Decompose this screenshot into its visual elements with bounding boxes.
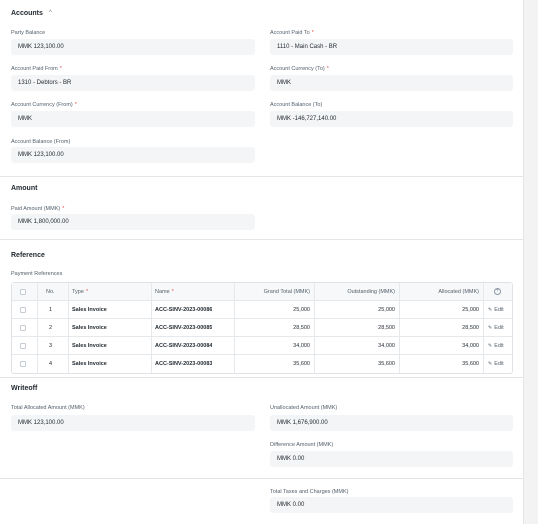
row-name[interactable]: ACC-SINV-2023-00083 [155,355,212,373]
table-row[interactable]: 4 Sales Invoice ACC-SINV-2023-00083 35,6… [12,355,512,373]
payment-entry-form: Accounts ^ Party Balance MMK 123,100.00 … [0,0,524,524]
total-allocated-label: Total Allocated Amount (MMK) [11,405,85,411]
total-taxes-label: Total Taxes and Charges (MMK) [270,489,349,495]
row-checkbox[interactable] [20,343,26,349]
table-header-row: No. Type * Name * Grand Total (MMK) Outsta… [12,283,512,301]
account-balance-to-field[interactable]: MMK -146,727,140.00 [270,111,513,127]
accounts-section-title[interactable]: Accounts [11,10,43,17]
row-edit-button[interactable]: ✎ Edit [488,319,504,337]
row-grand-total[interactable]: 35,600 [238,355,310,373]
total-allocated-field[interactable]: MMK 123,100.00 [11,415,255,431]
total-taxes-field[interactable]: MMK 0.00 [270,497,513,513]
row-type[interactable]: Sales Invoice [72,337,107,355]
row-edit-button[interactable]: ✎ Edit [488,301,504,319]
difference-label: Difference Amount (MMK) [270,442,334,448]
paid-amount-field[interactable]: MMK 1,800,000.00 [11,214,255,230]
row-type[interactable]: Sales Invoice [72,301,107,319]
difference-field[interactable]: MMK 0.00 [270,451,513,467]
writeoff-section-title[interactable]: Writeoff [11,385,37,392]
row-outstanding[interactable]: 35,600 [318,355,395,373]
payment-references-table: No. Type * Name * Grand Total (MMK) Outsta… [11,282,513,374]
row-no: 1 [49,307,53,313]
select-all-checkbox[interactable] [20,289,26,295]
row-edit-button[interactable]: ✎ Edit [488,355,504,373]
col-header-name: Name * [155,289,174,295]
row-checkbox[interactable] [20,361,26,367]
reference-section-title[interactable]: Reference [11,252,45,259]
account-currency-from-field[interactable]: MMK [11,111,255,127]
accounts-section: Accounts ^ Party Balance MMK 123,100.00 … [0,0,524,177]
col-header-no: No. [46,289,55,295]
party-balance-label: Party Balance [11,30,46,36]
account-paid-from-field[interactable]: 1310 - Debtors - BR [11,75,255,91]
row-name[interactable]: ACC-SINV-2023-00085 [155,319,212,337]
row-outstanding[interactable]: 28,500 [318,319,395,337]
row-outstanding[interactable]: 25,000 [318,301,395,319]
row-outstanding[interactable]: 34,000 [318,337,395,355]
account-balance-from-field[interactable]: MMK 123,100.00 [11,147,255,163]
pencil-icon: ✎ [488,307,493,313]
row-no: 2 [49,325,53,331]
party-balance-field[interactable]: MMK 123,100.00 [11,39,255,55]
account-currency-to-label: Account Currency (To) * [270,66,329,72]
account-paid-from-label: Account Paid From * [11,66,62,72]
row-name[interactable]: ACC-SINV-2023-00084 [155,337,212,355]
row-allocated[interactable]: 34,000 [403,337,479,355]
row-grand-total[interactable]: 25,000 [238,301,310,319]
account-balance-to-label: Account Balance (To) [270,102,323,108]
table-row[interactable]: 1 Sales Invoice ACC-SINV-2023-00086 25,0… [12,301,512,319]
col-header-type: Type * [72,289,89,295]
unallocated-field[interactable]: MMK 1,676,900.00 [270,415,513,431]
account-paid-to-label: Account Paid To * [270,30,314,36]
row-allocated[interactable]: 28,500 [403,319,479,337]
row-grand-total[interactable]: 34,000 [238,337,310,355]
pencil-icon: ✎ [488,361,493,367]
account-currency-to-field[interactable]: MMK [270,75,513,91]
row-name[interactable]: ACC-SINV-2023-00086 [155,301,212,319]
col-header-outstanding: Outstanding (MMK) [347,289,395,295]
account-balance-from-label: Account Balance (From) [11,139,71,145]
table-row[interactable]: 2 Sales Invoice ACC-SINV-2023-00085 28,5… [12,319,512,337]
row-no: 3 [49,343,53,349]
row-type[interactable]: Sales Invoice [72,355,107,373]
row-allocated[interactable]: 35,600 [403,355,479,373]
amount-section: Amount Paid Amount (MMK) * MMK 1,800,000.… [0,177,524,240]
row-no: 4 [49,361,53,367]
col-header-allocated: Allocated (MMK) [438,289,479,295]
amount-section-title[interactable]: Amount [11,185,37,192]
row-grand-total[interactable]: 28,500 [238,319,310,337]
pencil-icon: ✎ [488,343,493,349]
column-settings-icon[interactable]: + [494,288,501,295]
paid-amount-label: Paid Amount (MMK) * [11,206,65,212]
writeoff-section: Writeoff Total Allocated Amount (MMK) MM… [0,378,524,479]
account-currency-from-label: Account Currency (From) * [11,102,77,108]
unallocated-label: Unallocated Amount (MMK) [270,405,338,411]
row-checkbox[interactable] [20,307,26,313]
row-allocated[interactable]: 25,000 [403,301,479,319]
pencil-icon: ✎ [488,325,493,331]
taxes-section: Total Taxes and Charges (MMK) MMK 0.00 [0,479,524,524]
chevron-up-icon[interactable]: ^ [49,10,52,16]
payment-references-label: Payment References [11,271,63,277]
col-header-grand-total: Grand Total (MMK) [263,289,310,295]
row-checkbox[interactable] [20,325,26,331]
row-type[interactable]: Sales Invoice [72,319,107,337]
table-row[interactable]: 3 Sales Invoice ACC-SINV-2023-00084 34,0… [12,337,512,355]
account-paid-to-field[interactable]: 1110 - Main Cash - BR [270,39,513,55]
row-edit-button[interactable]: ✎ Edit [488,337,504,355]
